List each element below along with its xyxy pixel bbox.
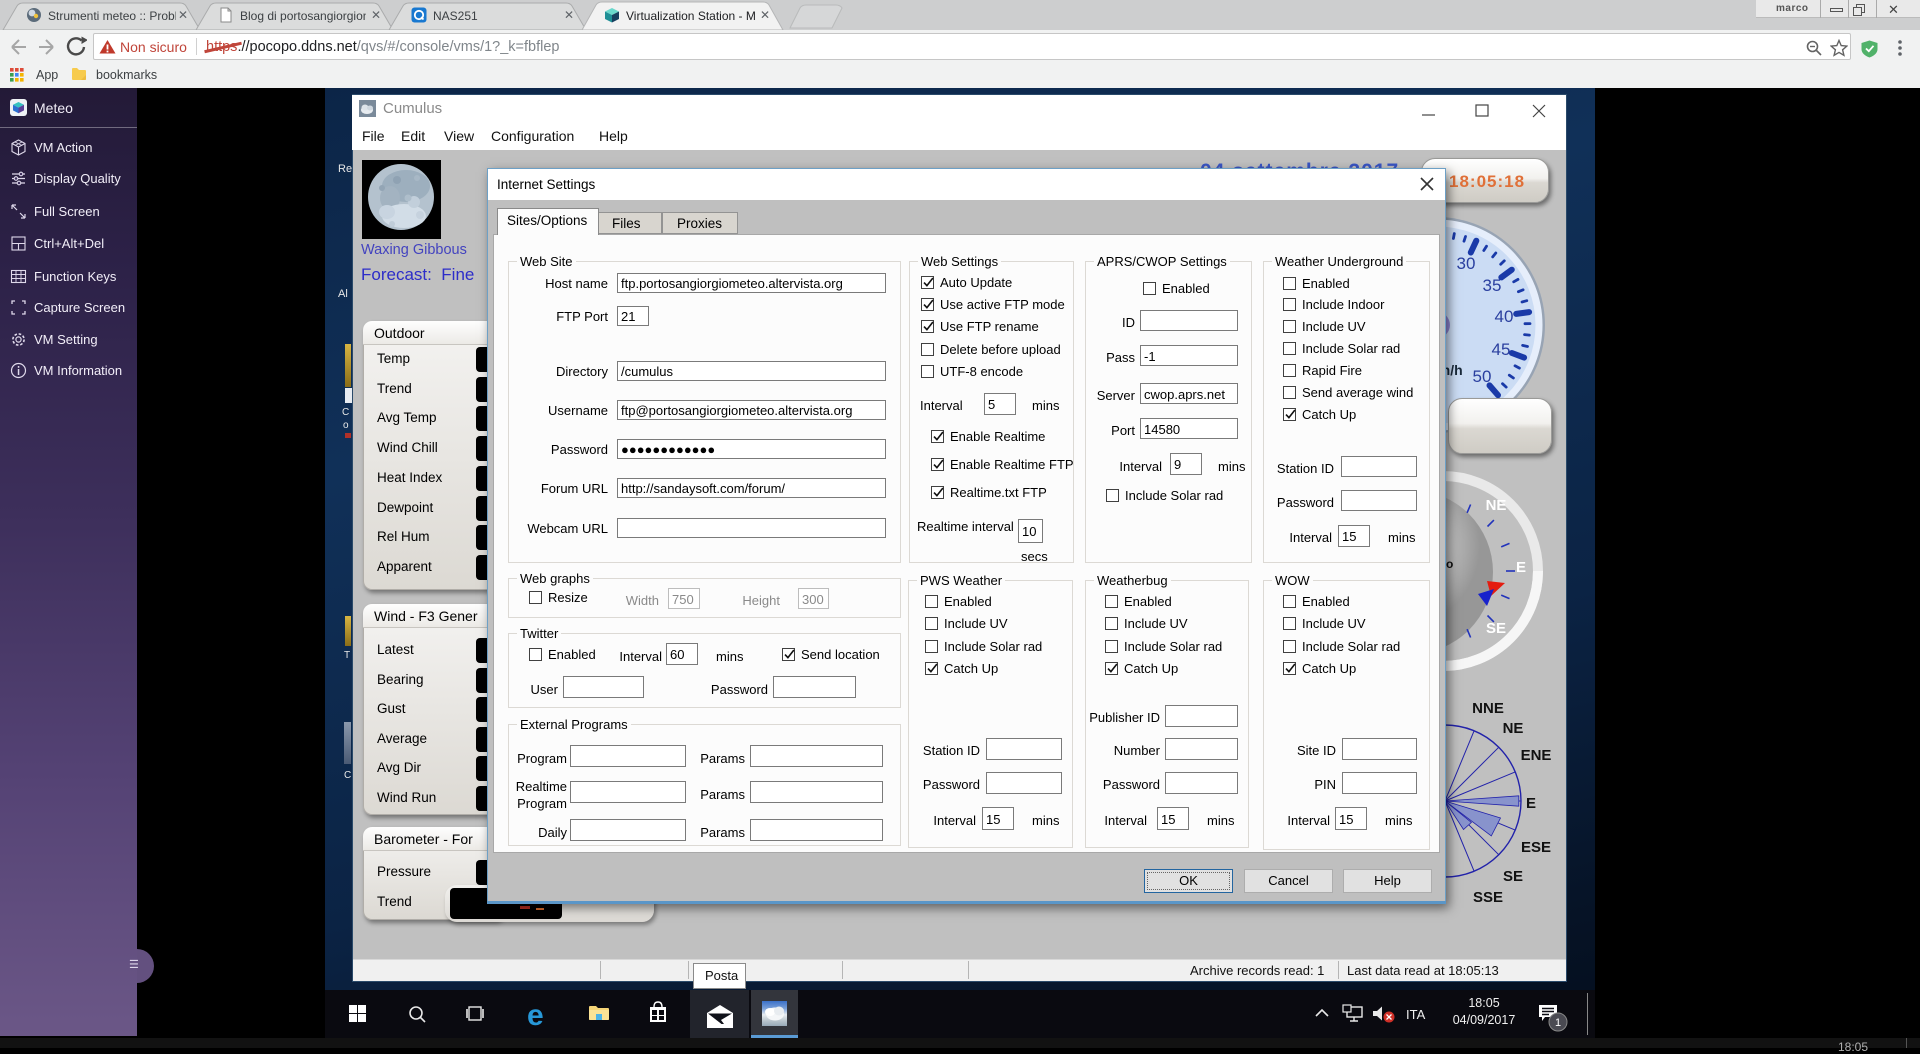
- svg-text:SE: SE: [1503, 868, 1523, 885]
- svg-text:NE: NE: [1503, 720, 1524, 737]
- svg-text:E: E: [1516, 559, 1526, 576]
- svg-text:45: 45: [1492, 340, 1511, 359]
- svg-text:E: E: [1526, 795, 1536, 812]
- svg-text:NE: NE: [1486, 497, 1507, 514]
- svg-text:SSE: SSE: [1473, 889, 1503, 906]
- svg-text:NNE: NNE: [1472, 700, 1504, 717]
- svg-text:50: 50: [1473, 367, 1492, 386]
- svg-text:ESE: ESE: [1521, 839, 1551, 856]
- svg-text:35: 35: [1483, 276, 1502, 295]
- svg-text:1: 1: [1555, 1017, 1561, 1029]
- svg-text:SE: SE: [1486, 620, 1506, 637]
- svg-text:ENE: ENE: [1521, 747, 1552, 764]
- svg-text:40: 40: [1495, 307, 1514, 326]
- svg-text:30: 30: [1457, 254, 1476, 273]
